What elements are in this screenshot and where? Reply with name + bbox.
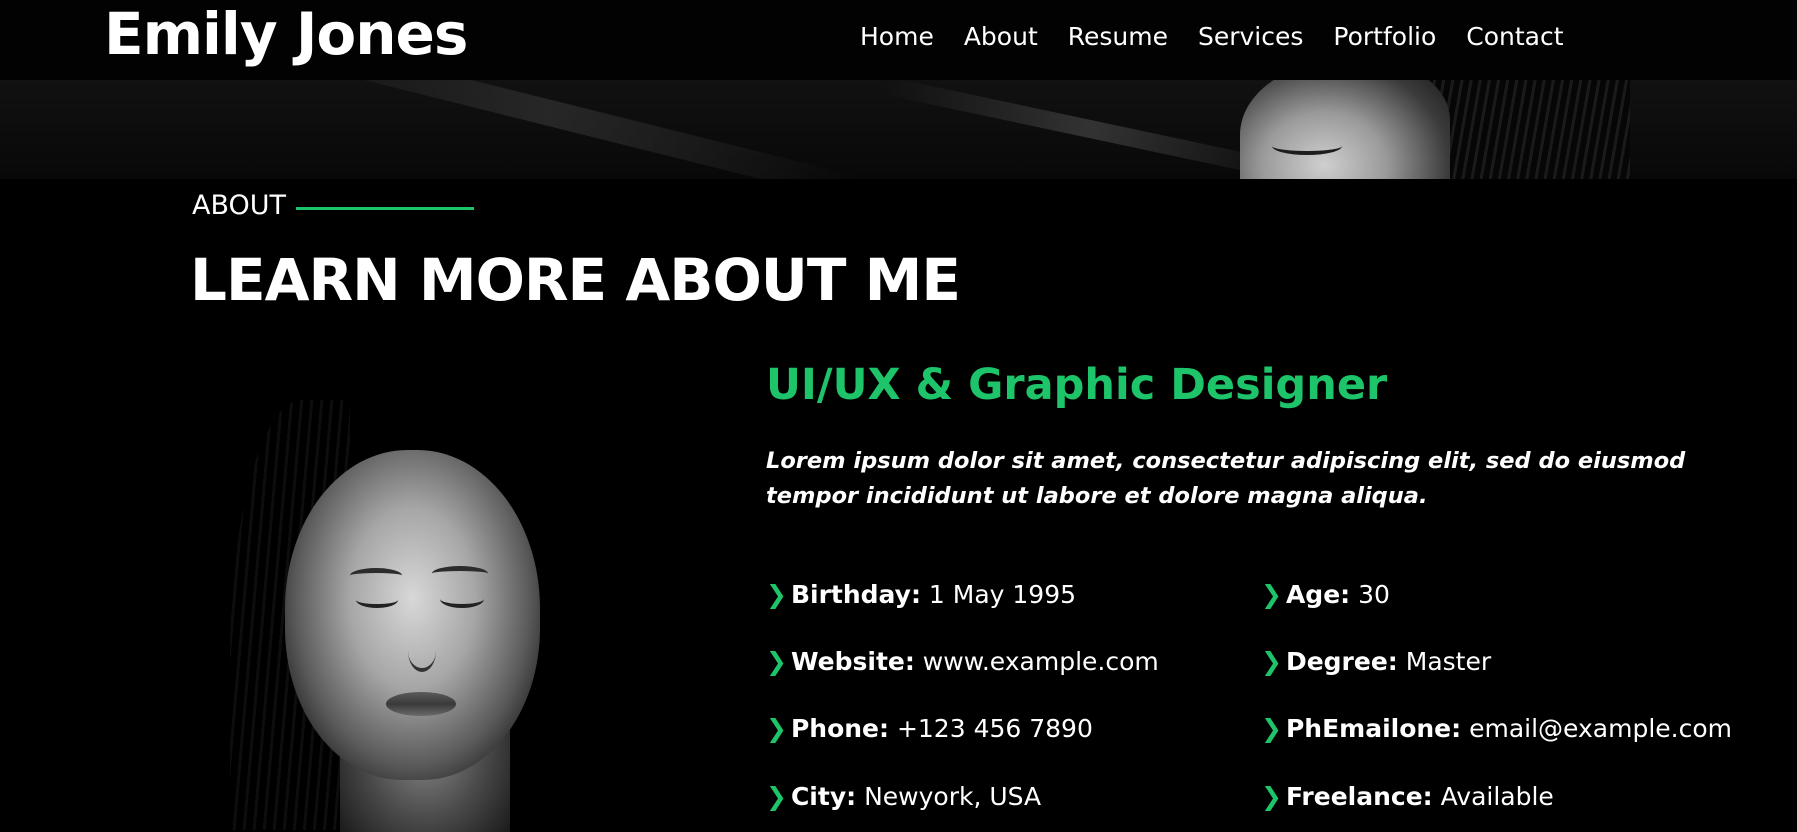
- hero-light-beam: [246, 80, 854, 179]
- hero-eye-shape: [1272, 137, 1342, 155]
- site-header: Emily Jones Home About Resume Services P…: [0, 0, 1797, 80]
- hero-background-image: [0, 80, 1797, 179]
- chevron-right-icon: ❯: [1261, 782, 1282, 811]
- info-email: ❯ PhEmailone: email@example.com: [1261, 714, 1732, 743]
- section-title: LEARN MORE ABOUT ME: [190, 246, 961, 314]
- info-key: Degree:: [1285, 647, 1398, 676]
- info-value: Available: [1440, 782, 1554, 811]
- chevron-right-icon: ❯: [1261, 647, 1282, 676]
- info-degree: ❯ Degree: Master: [1261, 647, 1491, 676]
- chevron-right-icon: ❯: [766, 782, 787, 811]
- portrait-eye: [440, 590, 484, 608]
- info-key: Phone:: [790, 714, 889, 743]
- info-key: Birthday:: [790, 580, 921, 609]
- nav-services[interactable]: Services: [1198, 22, 1303, 51]
- portrait-brow: [432, 566, 488, 581]
- info-key: City:: [790, 782, 857, 811]
- chevron-right-icon: ❯: [766, 714, 787, 743]
- section-label-divider: [296, 207, 474, 210]
- info-value: Newyork, USA: [864, 782, 1042, 811]
- portrait-eye: [356, 592, 398, 608]
- info-key: Age:: [1285, 580, 1351, 609]
- info-key: PhEmailone:: [1285, 714, 1462, 743]
- info-city: ❯ City: Newyork, USA: [766, 782, 1041, 811]
- info-key: Website:: [790, 647, 915, 676]
- hero-light-beam: [882, 80, 1298, 179]
- hero-face-shape: [1240, 80, 1450, 179]
- nav-contact[interactable]: Contact: [1466, 22, 1563, 51]
- profile-photo: [190, 340, 710, 832]
- info-website: ❯ Website: www.example.com: [766, 647, 1159, 676]
- info-age: ❯ Age: 30: [1261, 580, 1390, 609]
- profile-intro: Lorem ipsum dolor sit amet, consectetur …: [766, 448, 1686, 509]
- info-freelance: ❯ Freelance: Available: [1261, 782, 1554, 811]
- chevron-right-icon: ❯: [1261, 580, 1282, 609]
- info-value: 1 May 1995: [928, 580, 1077, 609]
- info-key: Freelance:: [1285, 782, 1433, 811]
- info-value: Master: [1405, 647, 1492, 676]
- info-value: +123 456 7890: [896, 714, 1093, 743]
- site-logo[interactable]: Emily Jones: [104, 0, 468, 74]
- main-nav: Home About Resume Services Portfolio Con…: [860, 0, 1594, 72]
- chevron-right-icon: ❯: [766, 580, 787, 609]
- portrait-face: [285, 450, 540, 780]
- nav-about[interactable]: About: [964, 22, 1038, 51]
- chevron-right-icon: ❯: [1261, 714, 1282, 743]
- info-birthday: ❯ Birthday: 1 May 1995: [766, 580, 1076, 609]
- info-value: email@example.com: [1469, 714, 1732, 743]
- info-value[interactable]: www.example.com: [923, 647, 1159, 676]
- portrait-lips: [386, 692, 456, 716]
- nav-home[interactable]: Home: [860, 22, 934, 51]
- nav-resume[interactable]: Resume: [1068, 22, 1168, 51]
- chevron-right-icon: ❯: [766, 647, 787, 676]
- portrait-brow: [350, 568, 402, 583]
- info-phone: ❯ Phone: +123 456 7890: [766, 714, 1093, 743]
- info-value: 30: [1358, 580, 1390, 609]
- section-label: ABOUT: [192, 190, 287, 221]
- profile-role: UI/UX & Graphic Designer: [766, 360, 1388, 410]
- nav-portfolio[interactable]: Portfolio: [1333, 22, 1436, 51]
- portrait-nose: [408, 630, 436, 672]
